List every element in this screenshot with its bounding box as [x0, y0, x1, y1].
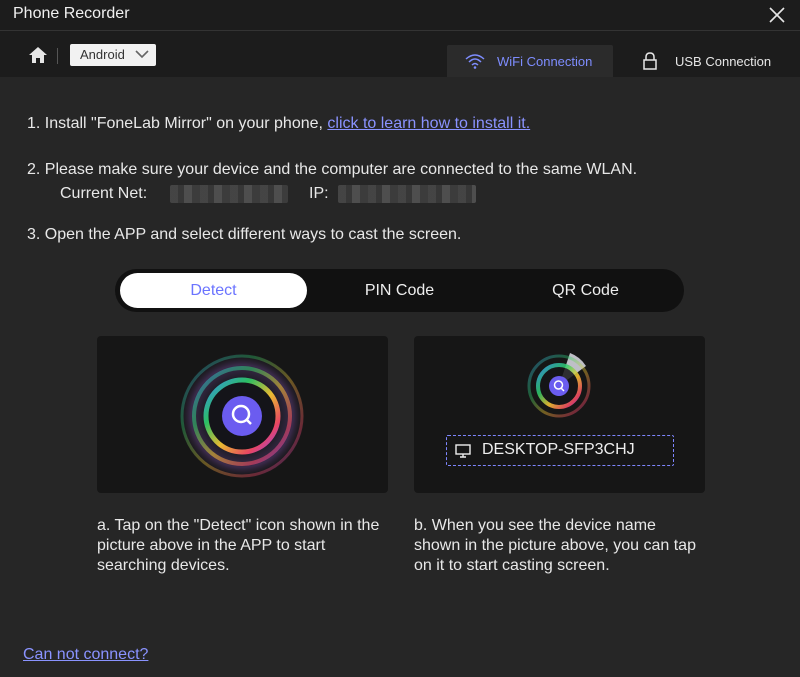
platform-dropdown[interactable]: Android [70, 44, 156, 66]
step-1-text: 1. Install "FoneLab Mirror" on your phon… [27, 115, 328, 132]
detect-illustration-card [97, 336, 388, 493]
install-help-link[interactable]: click to learn how to install it. [327, 115, 530, 132]
detect-radar-small-icon [527, 353, 591, 418]
cannot-connect-link[interactable]: Can not connect? [23, 646, 148, 664]
detect-radar-icon [178, 352, 306, 480]
ip-value-redacted [338, 185, 476, 203]
tab-usb-connection[interactable]: USB Connection [632, 45, 782, 77]
usb-lock-icon [643, 52, 657, 70]
chevron-down-icon [135, 50, 149, 59]
mode-pin-code[interactable]: PIN Code [307, 273, 492, 308]
device-illustration-card: DESKTOP-SFP3CHJ [414, 336, 705, 493]
step-1: 1. Install "FoneLab Mirror" on your phon… [27, 115, 530, 133]
cast-mode-selector: Detect PIN Code QR Code [115, 269, 684, 312]
step-2: 2. Please make sure your device and the … [27, 161, 638, 178]
wifi-icon [465, 54, 485, 69]
device-name-label: DESKTOP-SFP3CHJ [482, 441, 635, 458]
current-net-label: Current Net: [60, 185, 148, 202]
home-button[interactable] [28, 45, 48, 65]
close-button[interactable] [766, 4, 788, 26]
monitor-icon [455, 444, 471, 458]
tab-label: WiFi Connection [497, 54, 593, 69]
divider [57, 48, 58, 64]
top-toolbar: Android WiFi Connection USB Connection [0, 31, 800, 77]
mode-detect[interactable]: Detect [120, 273, 307, 308]
mode-qr-code[interactable]: QR Code [492, 273, 679, 308]
close-icon [769, 7, 785, 23]
device-name-button[interactable]: DESKTOP-SFP3CHJ [446, 435, 674, 466]
platform-selected: Android [80, 47, 125, 62]
window-title: Phone Recorder [13, 5, 130, 22]
home-icon [29, 47, 47, 63]
description-a: a. Tap on the "Detect" icon shown in the… [97, 517, 380, 574]
tab-label: USB Connection [675, 54, 772, 69]
description-b: b. When you see the device name shown in… [414, 517, 696, 574]
step-3: 3. Open the APP and select different way… [27, 226, 462, 243]
current-net-value-redacted [170, 185, 288, 203]
title-bar: Phone Recorder [0, 0, 800, 31]
tab-wifi-connection[interactable]: WiFi Connection [447, 45, 613, 77]
ip-label: IP: [309, 185, 329, 202]
